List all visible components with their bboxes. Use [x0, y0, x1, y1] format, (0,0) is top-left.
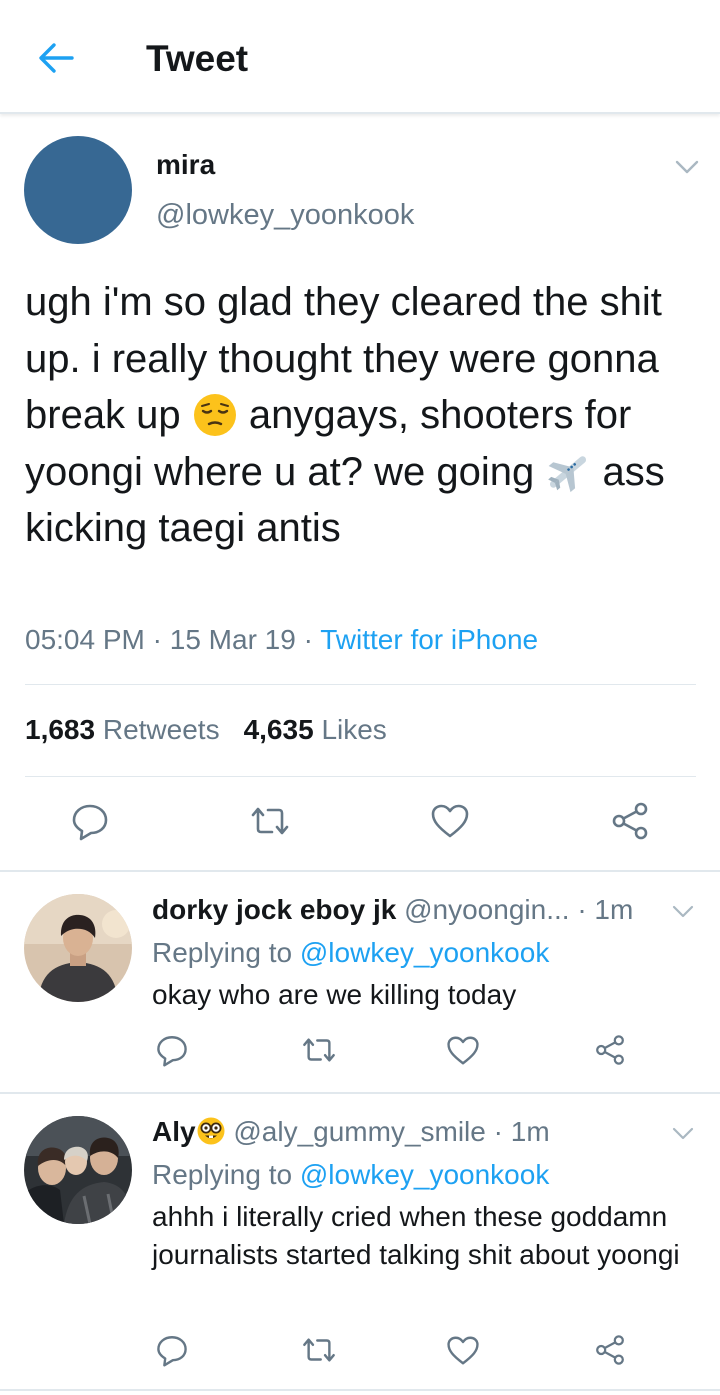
retweet-button[interactable]	[245, 796, 295, 846]
page-title: Tweet	[146, 38, 249, 79]
retweet-button[interactable]	[299, 1330, 339, 1370]
reply-button[interactable]	[65, 796, 115, 846]
heart-icon	[431, 804, 469, 838]
reply-button[interactable]	[152, 1330, 192, 1370]
chevron-down-icon	[672, 905, 694, 917]
reply-menu-button[interactable]	[668, 898, 698, 924]
retweet-icon	[303, 1338, 335, 1362]
reply-header: Aly @aly_gummy_smile · 1m	[152, 1116, 550, 1148]
like-button[interactable]	[425, 796, 475, 846]
likes-count: 4,635	[243, 714, 314, 745]
retweet-icon	[251, 807, 289, 835]
likes-stat[interactable]: 4,635 Likes	[244, 714, 387, 745]
separator	[0, 1389, 720, 1391]
replying-to: Replying to @lowkey_yoonkook	[152, 937, 549, 969]
tweet-source-link[interactable]: Twitter for iPhone	[320, 624, 538, 655]
app-header: Tweet	[0, 0, 720, 114]
reply-icon	[72, 804, 108, 841]
share-button[interactable]	[590, 1330, 630, 1370]
chevron-down-icon	[675, 160, 699, 174]
replying-prefix: Replying to	[152, 937, 300, 968]
chevron-down-icon	[672, 1127, 694, 1139]
reply-author-handle[interactable]: @nyoongin...	[404, 894, 569, 925]
retweet-button[interactable]	[299, 1030, 339, 1070]
avatar[interactable]	[24, 894, 132, 1002]
arrow-left-icon	[39, 43, 74, 73]
reply-actions	[0, 1330, 720, 1370]
reply-actions	[0, 1030, 720, 1070]
replying-to-mention[interactable]: @lowkey_yoonkook	[300, 1159, 549, 1190]
share-icon	[612, 802, 648, 840]
share-button[interactable]	[605, 796, 655, 846]
nerd-face-emoji	[196, 1116, 226, 1146]
retweets-count: 1,683	[25, 714, 96, 745]
reply-author-handle[interactable]: @aly_gummy_smile	[233, 1116, 486, 1147]
replying-to: Replying to @lowkey_yoonkook	[152, 1159, 549, 1191]
heart-icon	[447, 1036, 479, 1064]
share-icon	[596, 1335, 624, 1365]
like-button[interactable]	[443, 1030, 483, 1070]
reply-icon	[157, 1036, 187, 1067]
share-button[interactable]	[590, 1030, 630, 1070]
tweet-date: 15 Mar 19	[169, 624, 296, 655]
airplane-emoji	[545, 449, 591, 495]
divider	[25, 684, 696, 685]
back-button[interactable]	[34, 36, 78, 80]
reply-text: ahhh i literally cried when these goddam…	[152, 1201, 680, 1270]
tweet-meta: 05:04 PM · 15 Mar 19 · Twitter for iPhon…	[25, 624, 538, 656]
reply-button[interactable]	[152, 1030, 192, 1070]
reply-author-name[interactable]: dorky jock eboy jk	[152, 894, 396, 925]
reply-text: okay who are we killing today	[152, 979, 517, 1010]
retweets-stat[interactable]: 1,683 Retweets	[25, 714, 220, 745]
tweet-time: 05:04 PM	[25, 624, 145, 655]
share-icon	[596, 1035, 624, 1065]
reply-header: dorky jock eboy jk @nyoongin... · 1m	[152, 894, 633, 926]
heart-icon	[447, 1336, 479, 1364]
retweet-icon	[303, 1038, 335, 1062]
avatar[interactable]	[24, 1116, 132, 1224]
likes-label: Likes	[321, 714, 387, 745]
separator	[0, 870, 720, 872]
tweet-text: ugh i'm so glad they cleared the shit up…	[25, 274, 695, 557]
reply-menu-button[interactable]	[668, 1120, 698, 1146]
reply-icon	[157, 1336, 187, 1367]
tweet-stats: 1,683 Retweets 4,635 Likes	[25, 714, 387, 746]
reply-time: · 1m	[577, 894, 634, 925]
avatar[interactable]	[24, 136, 132, 244]
divider	[25, 776, 696, 777]
tweet-actions	[0, 796, 720, 846]
replying-to-mention[interactable]: @lowkey_yoonkook	[300, 937, 549, 968]
pensive-face-emoji	[192, 392, 238, 438]
reply-author-name[interactable]: Aly	[152, 1116, 196, 1147]
replying-prefix: Replying to	[152, 1159, 300, 1190]
author-handle[interactable]: @lowkey_yoonkook	[156, 199, 414, 232]
meta-separator: ·	[144, 624, 170, 655]
like-button[interactable]	[443, 1330, 483, 1370]
author-display-name[interactable]: mira	[156, 149, 215, 181]
tweet-menu-button[interactable]	[670, 152, 704, 182]
separator	[0, 1092, 720, 1094]
meta-separator: ·	[295, 624, 321, 655]
retweets-label: Retweets	[102, 714, 220, 745]
reply-time: · 1m	[493, 1116, 550, 1147]
